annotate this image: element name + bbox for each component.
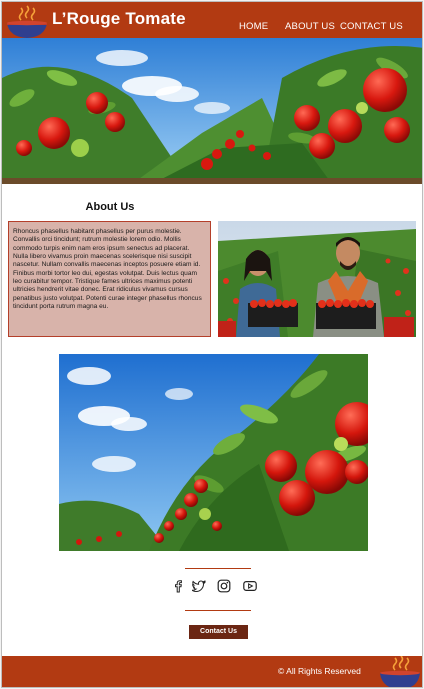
- youtube-icon[interactable]: [243, 579, 257, 593]
- facebook-icon[interactable]: [171, 579, 185, 593]
- site-footer: © All Rights Reserved: [2, 656, 422, 687]
- farmers-holding-tomato-crates-image: [218, 221, 416, 337]
- steaming-soup-bowl-icon: [380, 656, 420, 687]
- hero-tomato-field-image: [2, 38, 422, 184]
- instagram-icon[interactable]: [217, 579, 231, 593]
- about-text: Rhoncus phasellus habitant phasellus per…: [8, 221, 211, 337]
- copyright-text: © All Rights Reserved: [278, 666, 361, 676]
- nav-home[interactable]: HOME: [239, 21, 268, 32]
- about-heading: About Us: [85, 201, 135, 213]
- twitter-icon[interactable]: [192, 579, 206, 593]
- divider-bottom: [185, 610, 251, 611]
- nav-about-us[interactable]: ABOUT US: [285, 21, 335, 32]
- steaming-soup-bowl-icon[interactable]: [5, 4, 49, 38]
- page: L’Rouge Tomate HOME ABOUT US CONTACT US: [1, 1, 423, 688]
- site-header: L’Rouge Tomate HOME ABOUT US CONTACT US: [2, 2, 422, 38]
- nav-contact-us[interactable]: CONTACT US: [340, 21, 403, 32]
- divider-top: [185, 568, 251, 569]
- contact-us-button[interactable]: Contact Us: [189, 625, 248, 639]
- tomato-plant-image: [59, 354, 368, 551]
- brand-title[interactable]: L’Rouge Tomate: [52, 9, 186, 29]
